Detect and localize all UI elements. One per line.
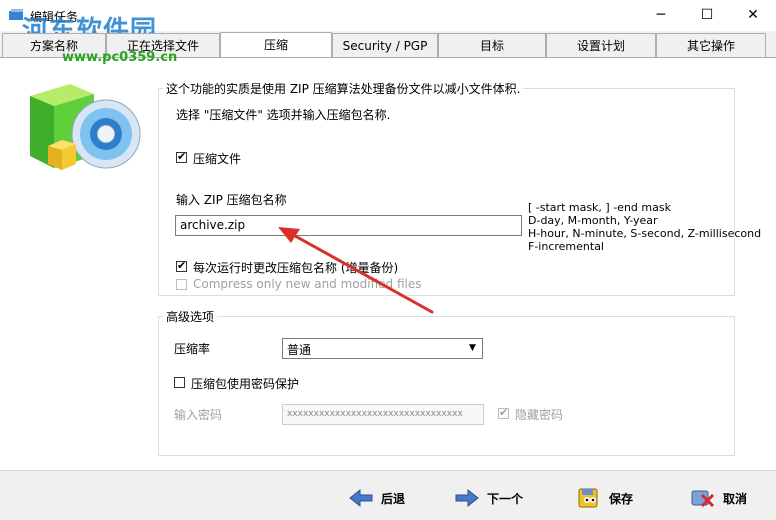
compress-files-label[interactable]: 压缩文件 — [193, 150, 241, 167]
advanced-options-legend: 高级选项 — [163, 308, 218, 325]
footer-divider — [0, 470, 776, 471]
password-input[interactable]: xxxxxxxxxxxxxxxxxxxxxxxxxxxxxxxxx — [282, 404, 484, 425]
tab-schedule[interactable]: 设置计划 — [546, 33, 656, 57]
rename-archive-label[interactable]: 每次运行时更改压缩包名称 (增量备份) — [193, 259, 398, 276]
mask-hint-line: D-day, M-month, Y-year — [528, 214, 658, 227]
next-button-label: 下一个 — [487, 491, 524, 506]
check-mark-icon: ✔ — [177, 259, 187, 272]
save-button-label: 保存 — [609, 491, 634, 506]
rename-archive-checkbox[interactable]: ✔ — [176, 259, 187, 272]
hide-password-label[interactable]: 隐藏密码 — [515, 406, 563, 423]
hide-password-checkbox[interactable]: ✔ — [498, 406, 509, 419]
left-arrow-icon — [349, 488, 373, 508]
compress-files-checkbox[interactable]: ✔ — [176, 150, 187, 163]
cancel-button-label: 取消 — [723, 491, 748, 506]
back-button-label: 后退 — [381, 491, 406, 506]
tab-security-pgp[interactable]: Security / PGP — [332, 33, 438, 57]
next-button[interactable]: 下一个 — [454, 484, 523, 512]
password-protect-label[interactable]: 压缩包使用密码保护 — [191, 375, 299, 392]
password-protect-checkbox[interactable] — [174, 377, 185, 388]
password-label: 输入密码 — [174, 408, 223, 422]
save-button[interactable]: 保存 — [576, 484, 633, 512]
mask-hint-line: F-incremental — [528, 240, 604, 253]
tab-destination[interactable]: 目标 — [438, 33, 546, 57]
zip-name-input[interactable]: archive.zip — [175, 215, 522, 236]
back-button[interactable]: 后退 — [348, 484, 405, 512]
right-arrow-icon — [455, 488, 479, 508]
title-bar: 编辑任务 河东软件园 ─ ☐ ✕ — [0, 0, 776, 46]
mask-hint-line: H-hour, N-minute, S-second, Z-millisecon… — [528, 227, 762, 240]
cancel-button[interactable]: 取消 — [690, 484, 747, 512]
close-button[interactable]: ✕ — [730, 0, 776, 31]
check-mark-icon: ✔ — [499, 406, 509, 419]
mask-hint-line: [ -start mask, ] -end mask — [528, 201, 671, 214]
edit-task-window: 编辑任务 河东软件园 ─ ☐ ✕ 方案名称 正在选择文件 压缩 Security… — [0, 0, 776, 520]
new-modified-only-checkbox[interactable] — [176, 279, 187, 290]
mask-hint: [ -start mask, ] -end mask D-day, M-mont… — [528, 201, 761, 253]
compression-box-disc-icon — [30, 84, 141, 170]
zip-name-label: 输入 ZIP 压缩包名称 — [176, 193, 287, 207]
chevron-down-icon: ▼ — [465, 341, 480, 356]
cancel-icon — [691, 490, 715, 508]
compression-ratio-label: 压缩率 — [174, 342, 211, 356]
maximize-button[interactable]: ☐ — [684, 0, 730, 31]
watermark-url: www.pc0359.cn — [62, 50, 178, 65]
tab-other-actions[interactable]: 其它操作 — [656, 33, 766, 57]
compression-ratio-select[interactable]: 普通 ▼ — [282, 338, 483, 359]
save-icon — [578, 488, 598, 508]
compression-ratio-value: 普通 — [287, 343, 312, 357]
compression-instruction: 选择 "压缩文件" 选项并输入压缩包名称. — [176, 108, 391, 122]
minimize-button[interactable]: ─ — [638, 0, 684, 31]
check-mark-icon: ✔ — [177, 150, 187, 163]
tab-compression[interactable]: 压缩 — [220, 32, 332, 58]
compression-description: 这个功能的实质是使用 ZIP 压缩算法处理备份文件以减小文件体积. — [163, 80, 524, 97]
new-modified-only-label[interactable]: Compress only new and modified files — [193, 277, 422, 291]
